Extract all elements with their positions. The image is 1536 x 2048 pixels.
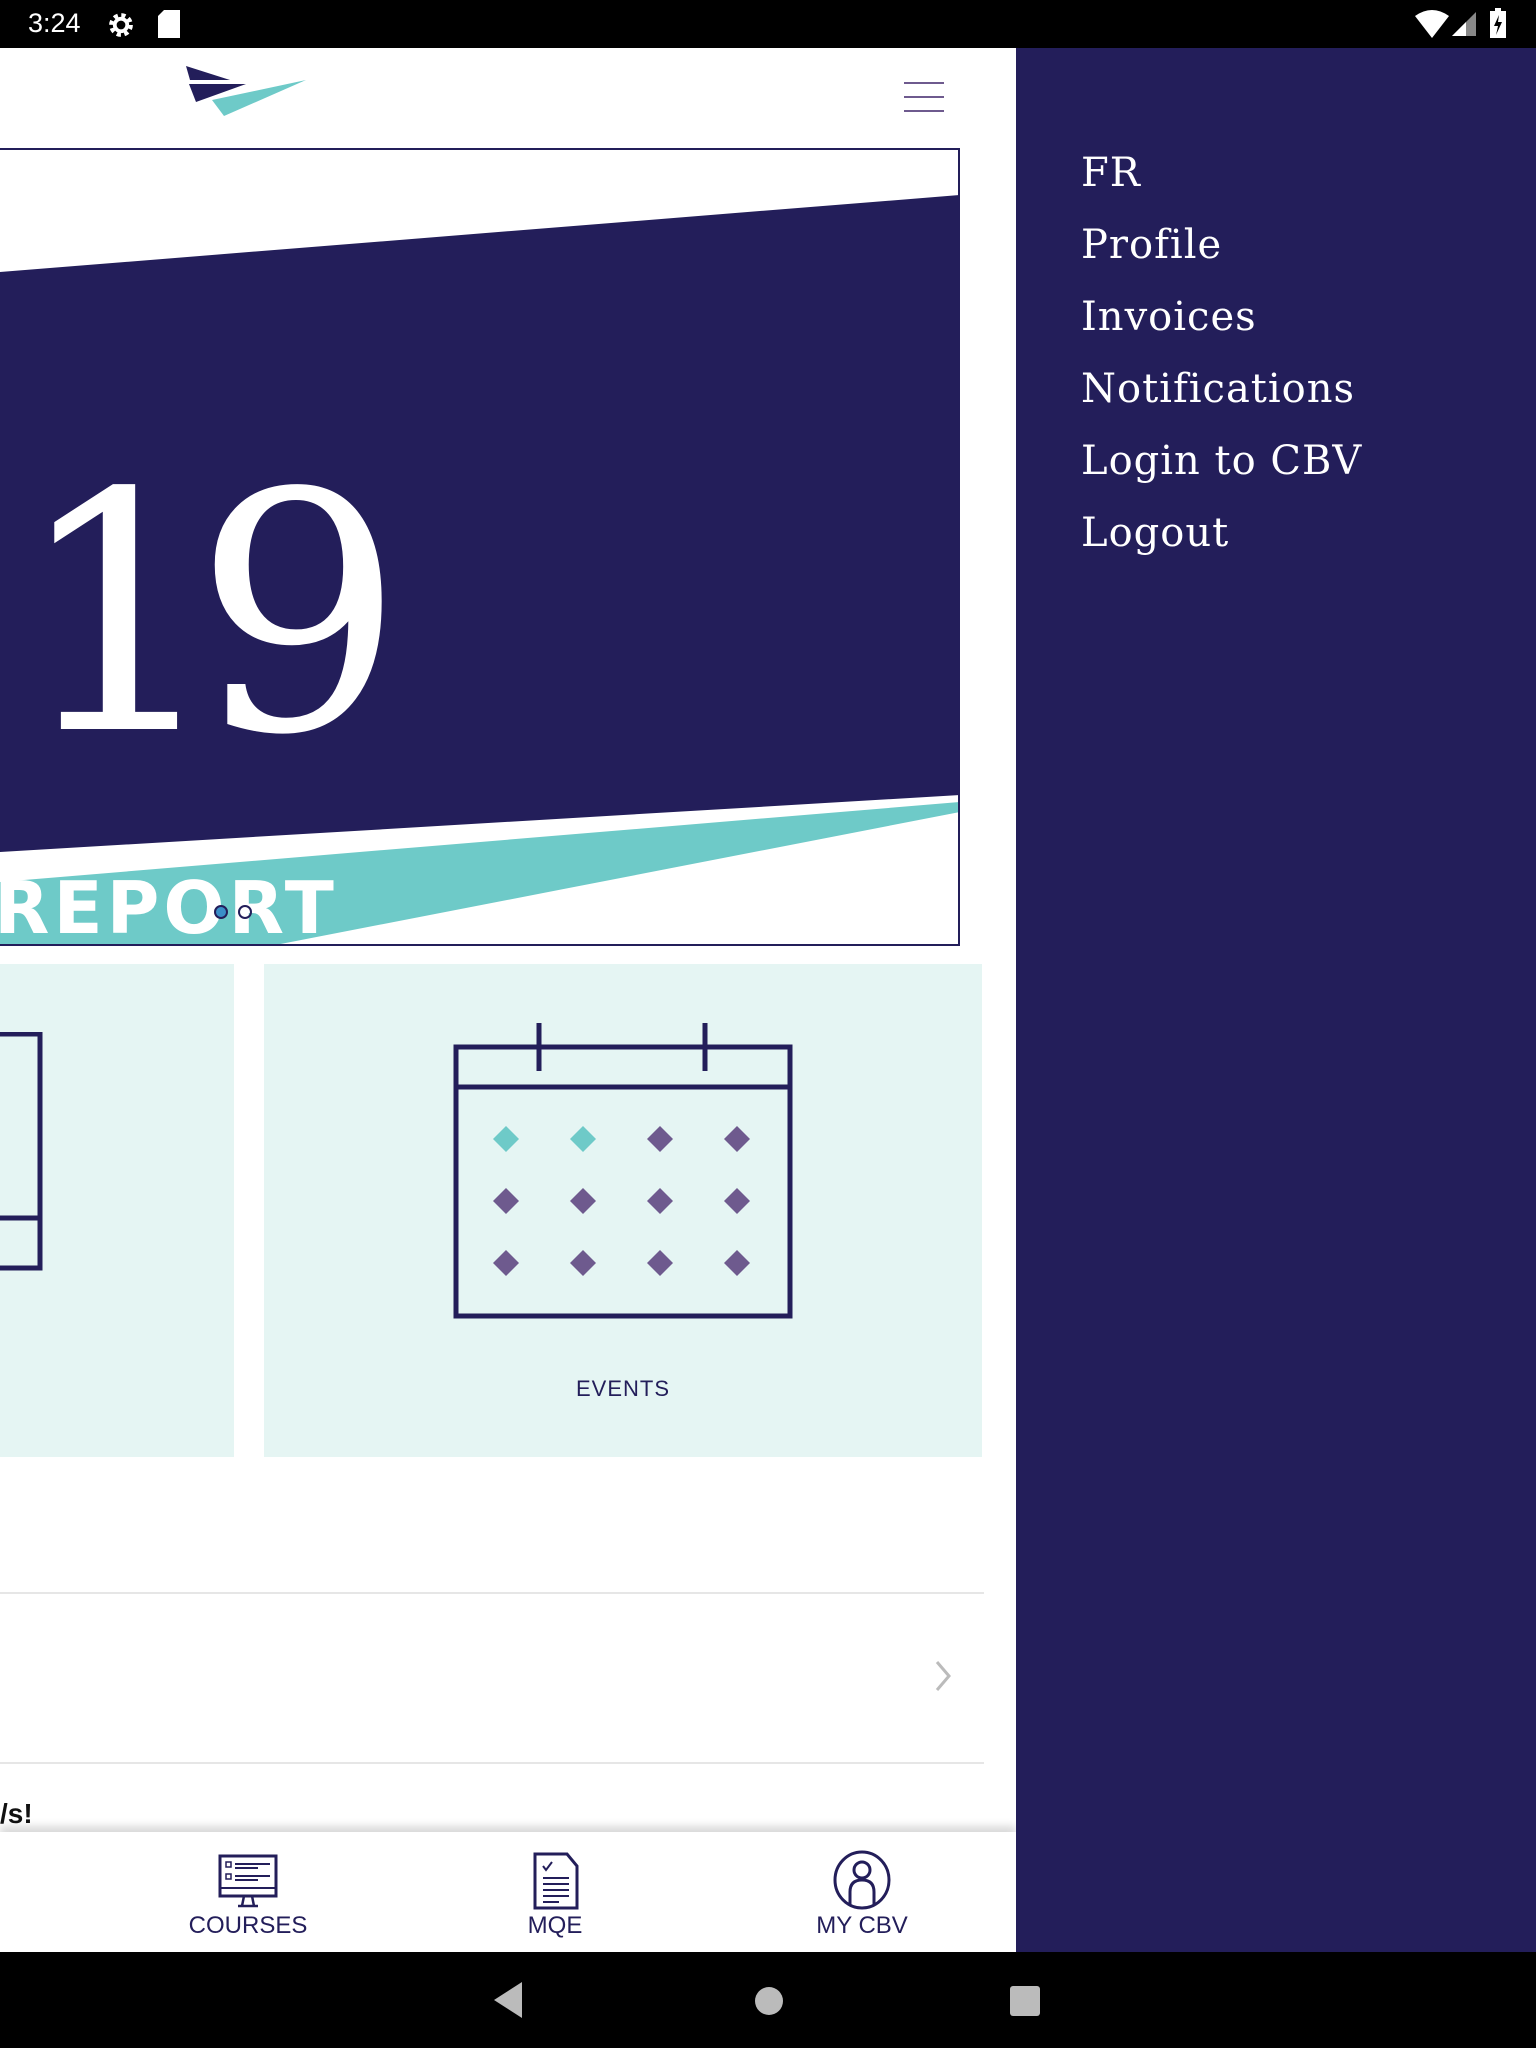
drawer-item-notifications[interactable]: Notifications bbox=[1081, 366, 1355, 412]
drawer-item-profile[interactable]: Profile bbox=[1081, 222, 1222, 268]
document-check-icon bbox=[533, 1852, 579, 1910]
drawer-item-logout[interactable]: Logout bbox=[1081, 510, 1229, 556]
carousel-dot[interactable] bbox=[238, 905, 252, 919]
recents-icon[interactable] bbox=[1010, 1986, 1040, 2016]
calendar-day-marker bbox=[647, 1126, 673, 1152]
battery-charging-icon bbox=[1490, 8, 1506, 38]
chevron-right-icon bbox=[935, 1661, 951, 1691]
drawer-item-invoices[interactable]: Invoices bbox=[1081, 294, 1257, 340]
nav-label: COURSES bbox=[188, 1912, 308, 1939]
calendar-day-marker bbox=[570, 1126, 596, 1152]
list-item[interactable] bbox=[0, 1594, 984, 1760]
calendar-day-marker bbox=[724, 1188, 750, 1214]
calendar-day-marker bbox=[570, 1250, 596, 1276]
banner-title: REPORT bbox=[0, 866, 338, 946]
calendar-icon bbox=[453, 1023, 793, 1319]
banner-year: 19 bbox=[14, 423, 404, 807]
nav-my-cbv[interactable]: MY CBV bbox=[762, 1832, 962, 1952]
monitor-list-icon bbox=[218, 1854, 278, 1908]
status-bar: 3:24 bbox=[0, 0, 1536, 48]
divider bbox=[0, 1762, 984, 1764]
calendar-day-marker bbox=[724, 1126, 750, 1152]
cbv-logo bbox=[186, 66, 306, 116]
user-circle-icon bbox=[833, 1850, 891, 1910]
calendar-day-marker bbox=[724, 1250, 750, 1276]
banner-carousel[interactable]: 19 REPORT bbox=[0, 148, 960, 946]
hamburger-icon bbox=[904, 82, 944, 112]
home-icon[interactable] bbox=[754, 1986, 784, 2016]
bottom-nav: COURSES MQE MY CBV bbox=[0, 1832, 1016, 1952]
tile-events-label: EVENTS bbox=[575, 1376, 671, 1401]
nav-label: MY CBV bbox=[816, 1912, 908, 1939]
signal-icon bbox=[1452, 12, 1476, 36]
menu-button[interactable] bbox=[904, 82, 944, 114]
tile-partial[interactable] bbox=[0, 964, 234, 1457]
calendar-day-marker bbox=[647, 1250, 673, 1276]
nav-courses[interactable]: COURSES bbox=[148, 1832, 348, 1952]
drawer-item-login[interactable]: Login to CBV bbox=[1081, 438, 1362, 484]
clock: 3:24 bbox=[28, 8, 81, 38]
calendar-day-marker bbox=[647, 1188, 673, 1214]
wifi-icon bbox=[1415, 10, 1449, 38]
tile-icon-partial bbox=[0, 1032, 43, 1271]
calendar-day-marker bbox=[493, 1250, 519, 1276]
sd-card-icon bbox=[158, 10, 180, 38]
gear-icon bbox=[109, 13, 133, 37]
calendar-day-marker bbox=[570, 1188, 596, 1214]
drawer-item-fr[interactable]: FR bbox=[1081, 150, 1141, 196]
calendar-day-marker bbox=[493, 1126, 519, 1152]
nav-mqe[interactable]: MQE bbox=[455, 1832, 655, 1952]
back-icon[interactable] bbox=[494, 1982, 524, 2018]
system-nav-bar bbox=[0, 1952, 1536, 2048]
nav-label: MQE bbox=[527, 1912, 583, 1939]
app-header bbox=[0, 48, 1016, 148]
section-heading-partial: /s! bbox=[0, 1798, 33, 1829]
carousel-dot-active[interactable] bbox=[214, 905, 228, 919]
calendar-day-marker bbox=[493, 1188, 519, 1214]
